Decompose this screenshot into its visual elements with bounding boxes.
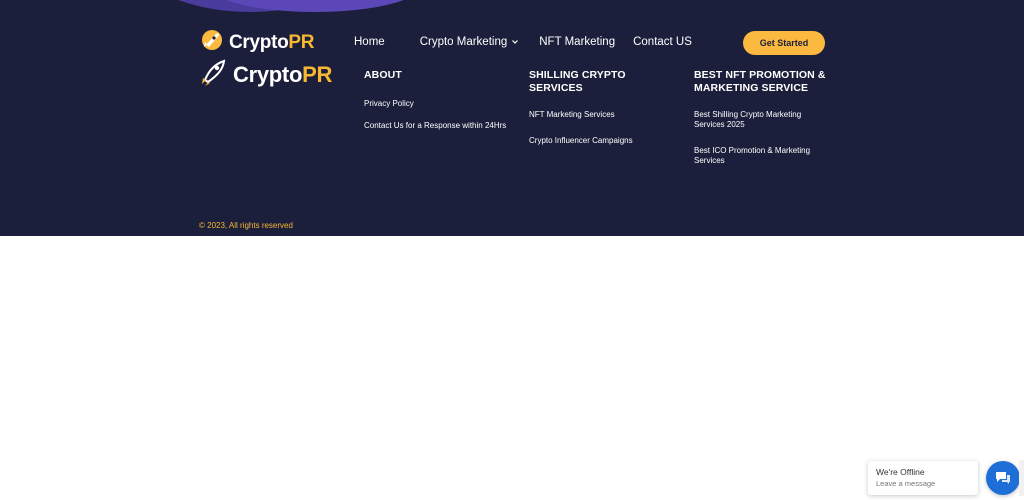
footer-link-contact-us[interactable]: Contact Us for a Response within 24Hrs bbox=[364, 121, 514, 131]
rocket-icon bbox=[199, 28, 225, 57]
footer-column-heading: ABOUT bbox=[364, 69, 402, 81]
logo-wordmark: CryptoPR bbox=[229, 31, 315, 53]
nav-item-home[interactable]: Home bbox=[354, 36, 385, 48]
logo-wordmark: CryptoPR bbox=[233, 61, 333, 87]
footer-column-shilling: SHILLING CRYPTO SERVICES NFT Marketing S… bbox=[529, 69, 679, 146]
footer-column-about: ABOUT Privacy Policy Contact Us for a Re… bbox=[364, 69, 514, 131]
chevron-down-icon bbox=[512, 40, 519, 44]
header-logo[interactable]: CryptoPR bbox=[199, 28, 315, 57]
footer-link-best-shilling[interactable]: Best Shilling Crypto Marketing Services … bbox=[694, 110, 834, 130]
footer-column-heading: SHILLING CRYPTO SERVICES bbox=[529, 69, 626, 94]
main-nav: Home Crypto Marketing NFT Marketing Cont… bbox=[354, 34, 692, 50]
live-chat-offline-box[interactable]: We're Offline Leave a message bbox=[868, 461, 978, 495]
footer-link-best-ico[interactable]: Best ICO Promotion & Marketing Services bbox=[694, 146, 834, 166]
footer-link-privacy-policy[interactable]: Privacy Policy bbox=[364, 99, 514, 109]
footer-column-heading: BEST NFT PROMOTION & MARKETING SERVICE bbox=[694, 69, 826, 94]
footer-logo[interactable]: CryptoPR bbox=[199, 58, 332, 91]
page: CryptoPR Home Crypto Marketing NFT Marke… bbox=[0, 0, 1024, 500]
nav-item-crypto-marketing[interactable]: Crypto Marketing bbox=[420, 36, 520, 48]
chat-status-text: We're Offline bbox=[876, 467, 925, 477]
recaptcha-badge-edge bbox=[1019, 460, 1024, 496]
footer-column-nft-promotion: BEST NFT PROMOTION & MARKETING SERVICE B… bbox=[694, 69, 834, 166]
chat-launcher-button[interactable] bbox=[986, 461, 1020, 495]
rocket-icon bbox=[199, 58, 229, 91]
get-started-button[interactable]: Get Started bbox=[743, 31, 825, 55]
chat-subtitle: Leave a message bbox=[876, 479, 936, 488]
nav-item-contact-us[interactable]: Contact US bbox=[633, 36, 692, 48]
chat-bubble-icon bbox=[996, 472, 1010, 484]
footer-link-nft-marketing-services[interactable]: NFT Marketing Services bbox=[529, 110, 679, 120]
footer-link-crypto-influencer-campaigns[interactable]: Crypto Influencer Campaigns bbox=[529, 136, 679, 146]
copyright-text: © 2023, All rights reserved bbox=[199, 221, 293, 230]
site-footer: CryptoPR Home Crypto Marketing NFT Marke… bbox=[0, 0, 1024, 236]
nav-item-nft-marketing[interactable]: NFT Marketing bbox=[539, 36, 615, 48]
